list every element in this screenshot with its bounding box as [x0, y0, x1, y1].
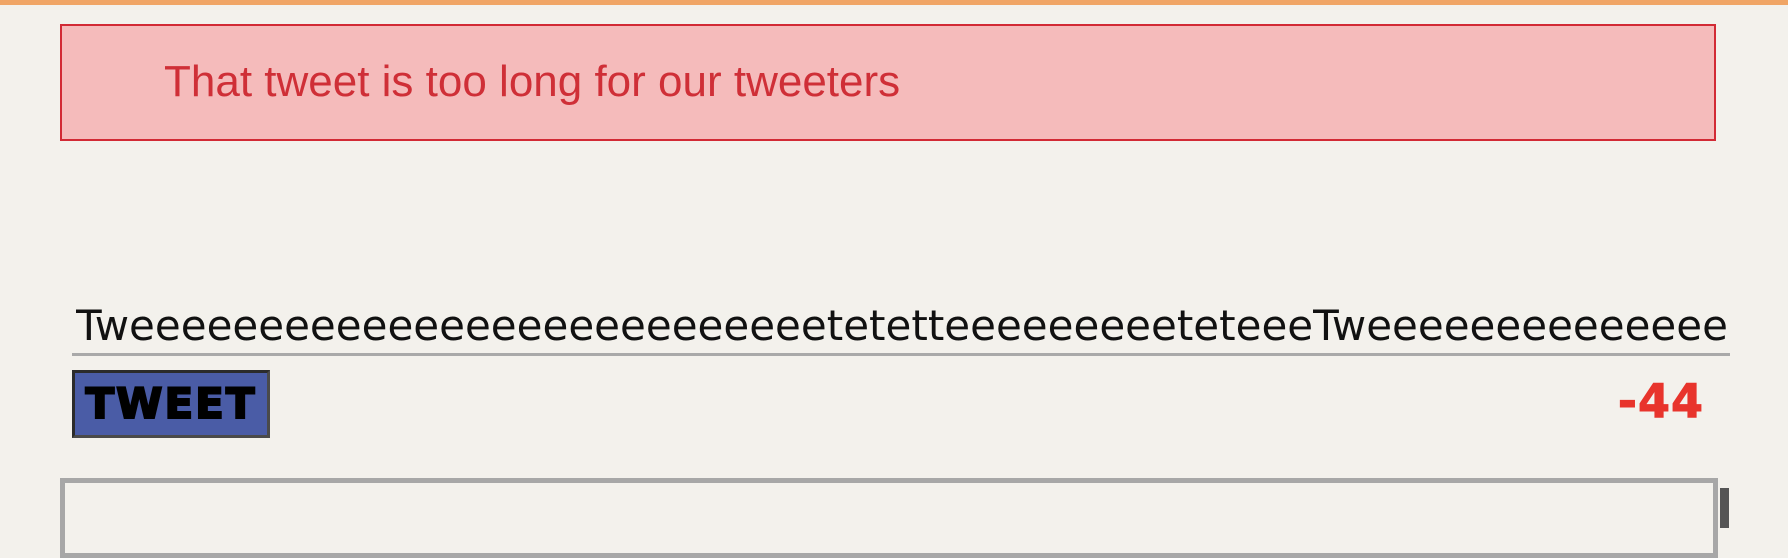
- top-accent-bar: [0, 0, 1788, 5]
- error-banner: That tweet is too long for our tweeters: [60, 24, 1716, 141]
- error-message: That tweet is too long for our tweeters: [164, 57, 901, 106]
- scrollbar[interactable]: [1720, 488, 1729, 528]
- tweet-input[interactable]: [72, 298, 1730, 356]
- character-counter: -44: [1617, 374, 1704, 428]
- tweet-button[interactable]: TWEET: [72, 370, 270, 438]
- tweet-list-panel: [60, 478, 1718, 558]
